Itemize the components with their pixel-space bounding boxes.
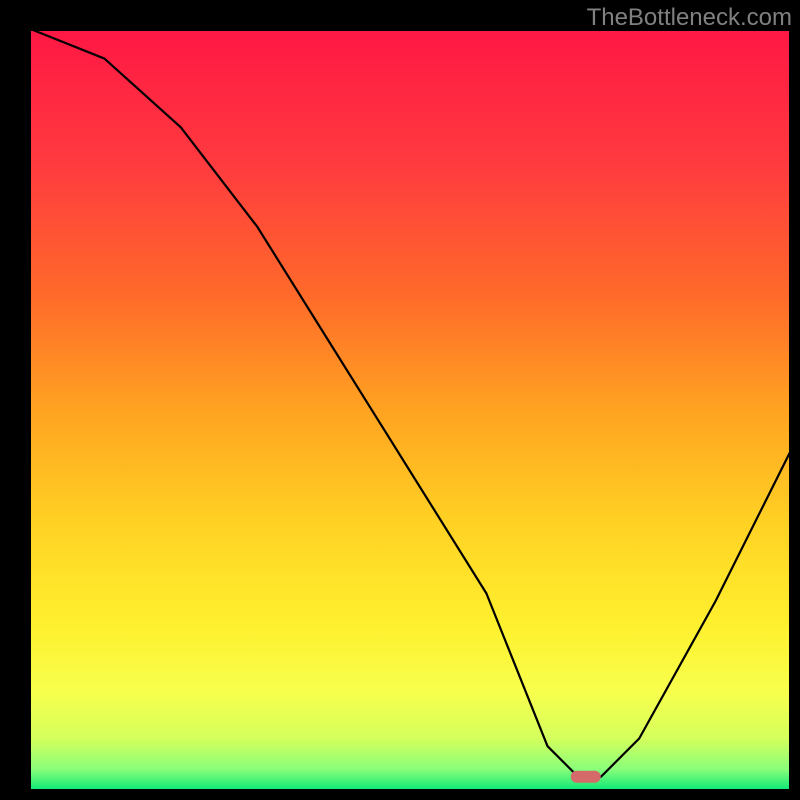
plot-background: [28, 28, 792, 792]
watermark-text: TheBottleneck.com: [587, 4, 792, 32]
chart-container: TheBottleneck.com: [0, 0, 800, 800]
optimal-marker: [571, 771, 601, 783]
chart-svg: [0, 0, 800, 800]
